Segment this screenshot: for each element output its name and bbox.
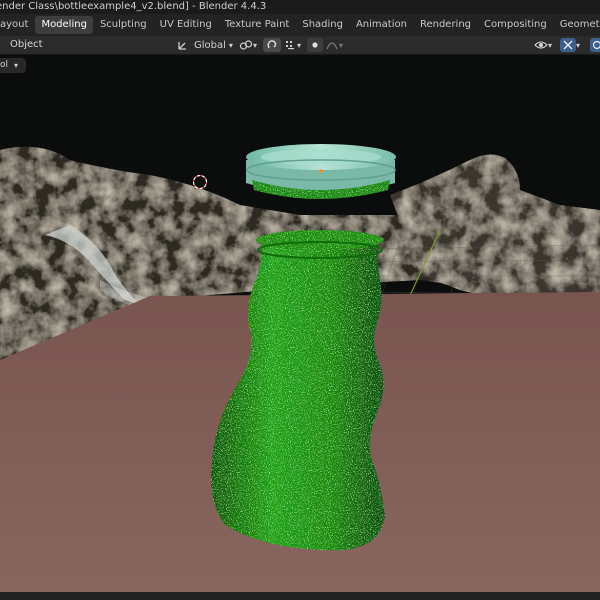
proportional-edit-icon [307,38,323,52]
tab-ayout[interactable]: ayout [0,16,34,34]
viewport-header: Object Global ▾ ▾ ▾ ▾ ▾ ▾ [0,36,600,55]
pivot-link-button[interactable]: ▾ [239,38,257,52]
falloff-icon [325,38,339,52]
tab-uv-editing[interactable]: UV Editing [154,16,218,34]
workspace-tabs-bar: ayout Modeling Sculpting UV Editing Texture … [0,14,600,36]
window-title: ender Class\bottleexample4_v2.blend] - B… [0,1,267,12]
tab-compositing[interactable]: Compositing [478,16,553,34]
tab-texture-paint[interactable]: Texture Paint [219,16,296,34]
tab-animation[interactable]: Animation [350,16,413,34]
snap-icon [263,38,281,52]
chevron-down-icon: ▾ [548,40,553,50]
gizmo-icon [560,38,576,52]
chevron-down-icon: ▾ [228,40,233,50]
tab-geometry-nodes[interactable]: Geometry Nodes [554,16,600,34]
snap-toggle[interactable] [263,38,281,52]
chevron-down-icon: ▾ [297,40,302,50]
snap-grid-icon [283,38,297,52]
pivot-link-icon [239,38,253,52]
proportional-edit-toggle[interactable] [307,38,323,52]
tab-shading[interactable]: Shading [296,16,349,34]
orientation-icon [176,38,190,52]
bottle-cap-top-inner [261,149,381,165]
status-bar [0,592,600,600]
overlay-toggle[interactable] [590,38,600,52]
tab-rendering[interactable]: Rendering [414,16,477,34]
overlay-icon [590,38,600,52]
chevron-down-icon: ▾ [14,61,19,70]
visibility-icon [534,38,548,52]
gizmo-toggle[interactable]: ▾ [560,38,580,52]
object-origin-dot [319,169,323,173]
bottle-neck-rim [256,230,384,250]
tool-settings-pill[interactable]: ol ▾ [0,58,27,73]
chevron-down-icon: ▾ [576,40,581,50]
tab-sculpting[interactable]: Sculpting [94,16,153,34]
snap-target-dropdown[interactable]: ▾ [283,38,301,52]
3d-viewport[interactable] [0,55,600,600]
object-menu[interactable]: Object [4,37,49,53]
chevron-down-icon: ▾ [339,40,344,50]
tool-label: ol [0,60,9,70]
tab-modeling[interactable]: Modeling [35,16,93,34]
chevron-down-icon: ▾ [253,40,258,50]
selectability-visibility-dropdown[interactable]: ▾ [534,38,552,52]
transform-orientation-dropdown[interactable]: Global ▾ [176,38,233,52]
window-title-bar: ender Class\bottleexample4_v2.blend] - B… [0,0,600,14]
proportional-falloff-dropdown[interactable]: ▾ [325,38,343,52]
transform-orientation-value: Global [194,39,226,51]
